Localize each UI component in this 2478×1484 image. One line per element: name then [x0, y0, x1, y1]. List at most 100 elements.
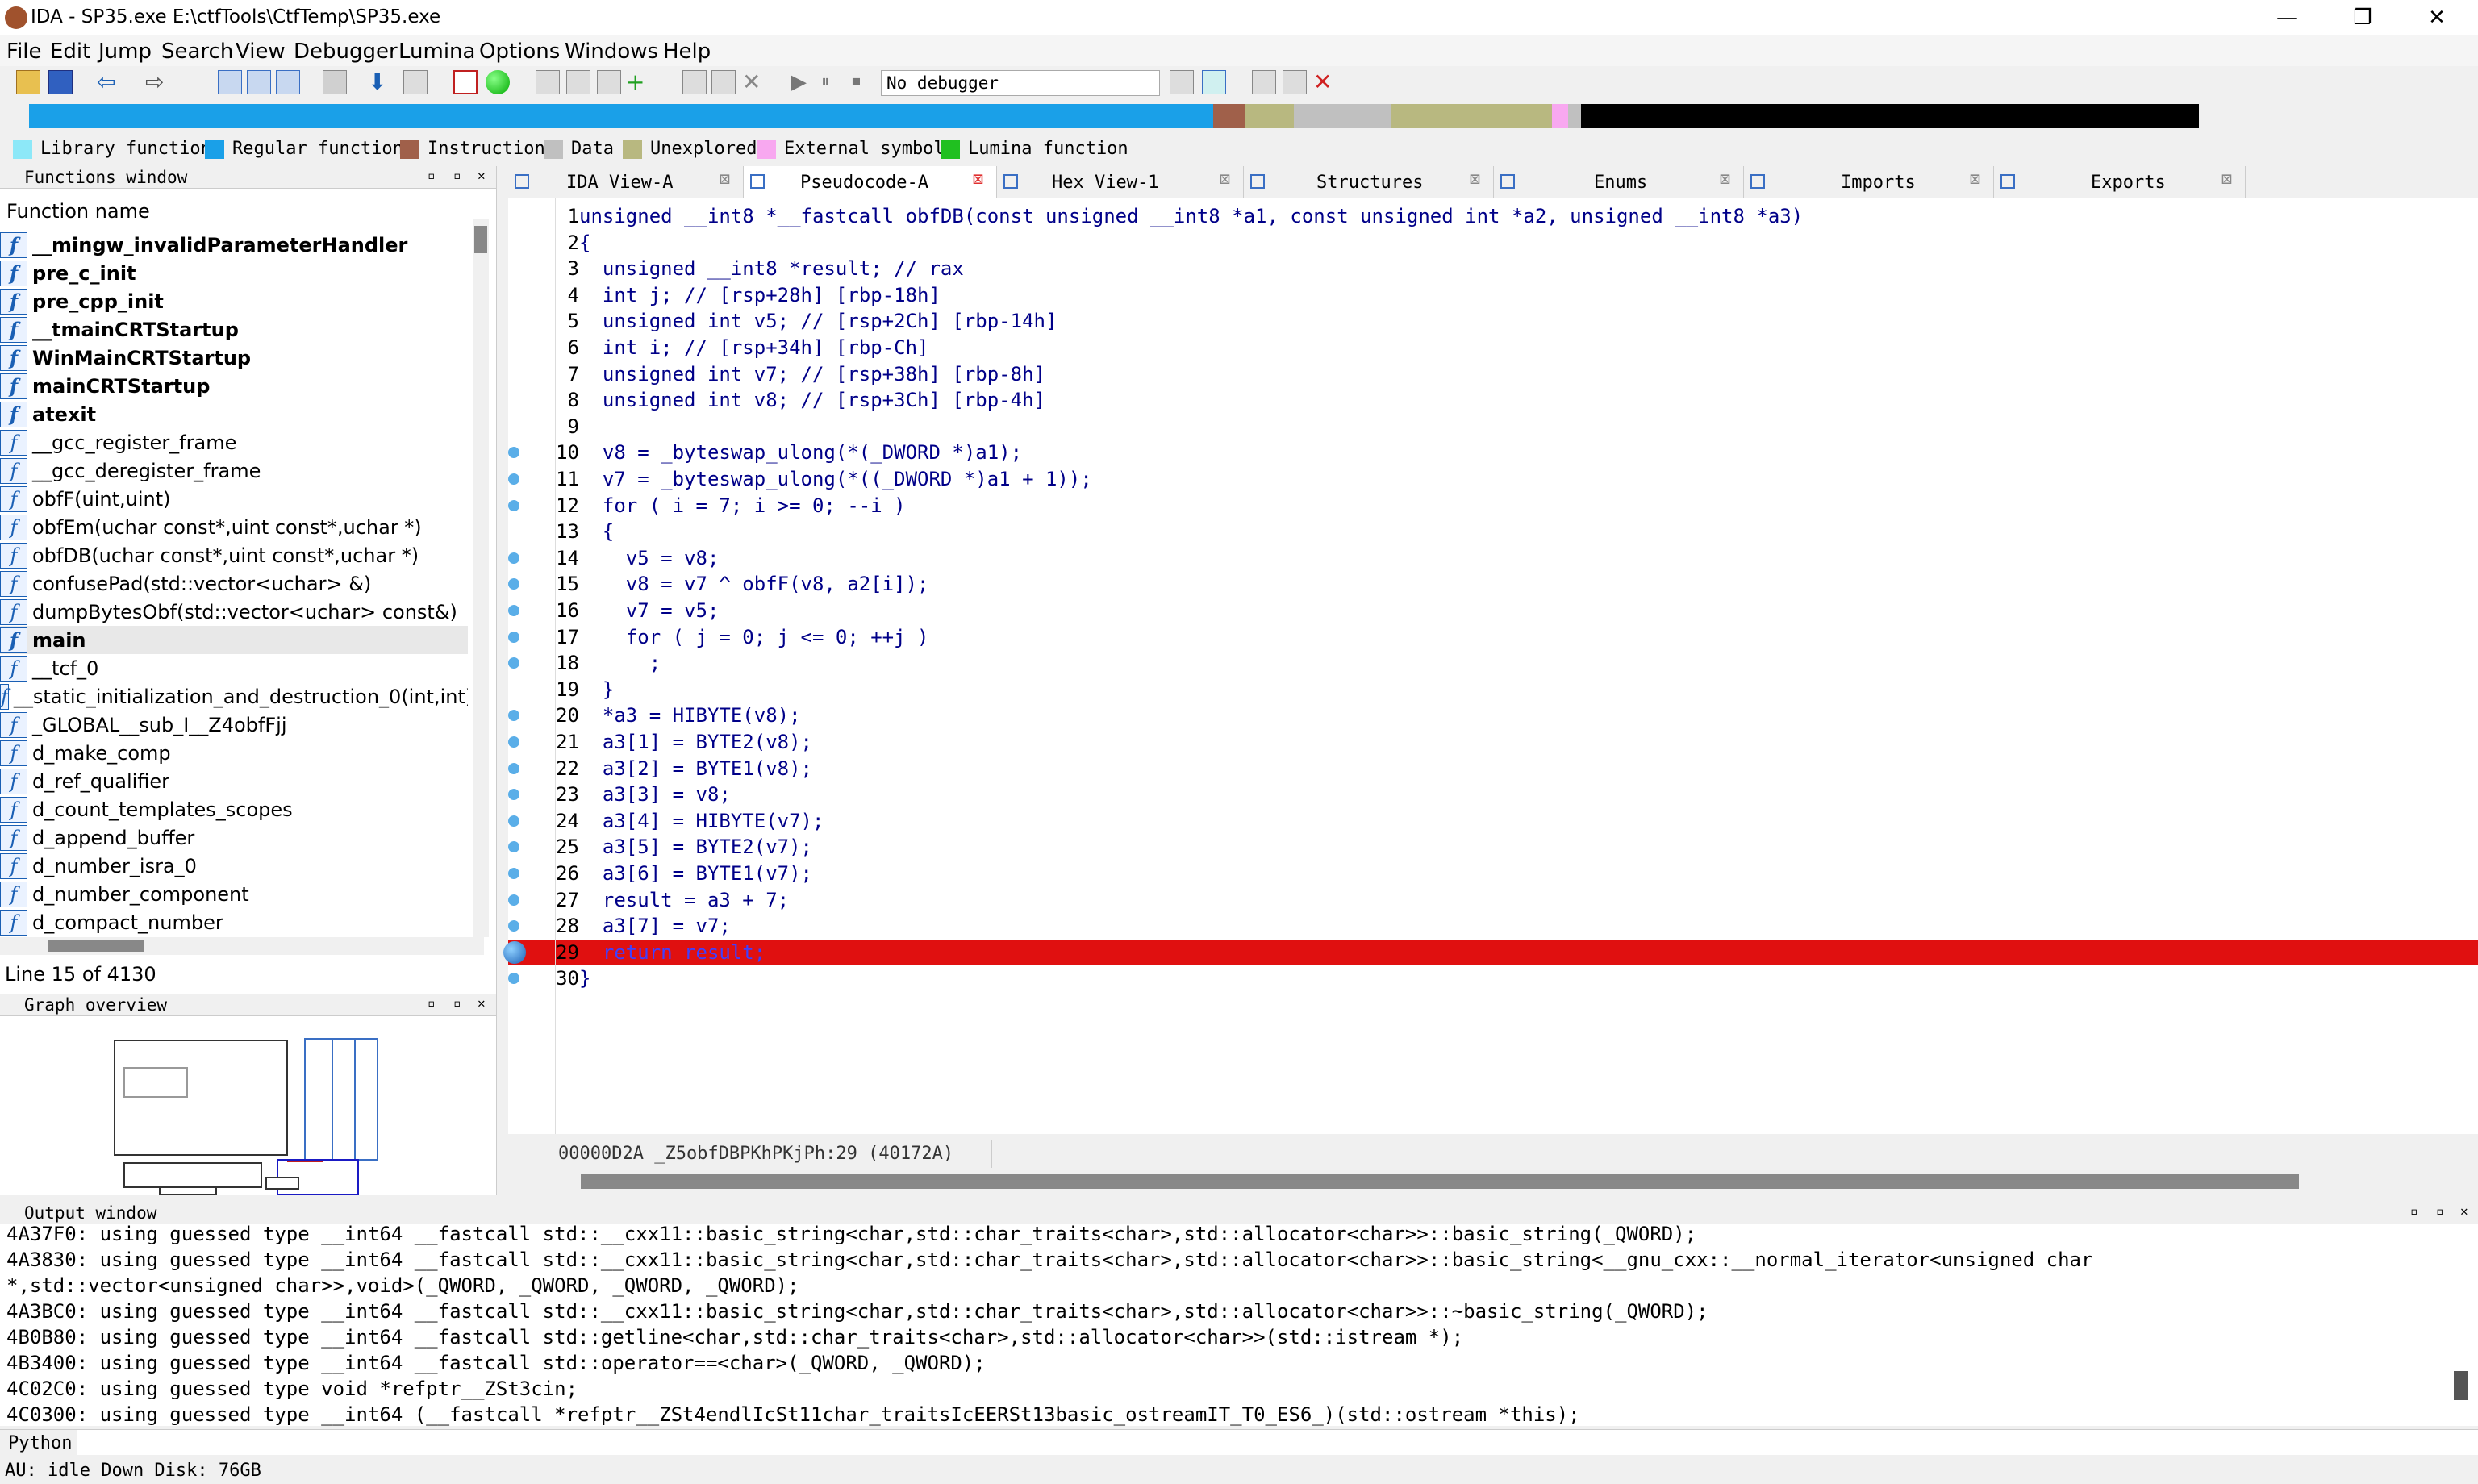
- close-tab-icon[interactable]: ⊠: [1220, 169, 1230, 190]
- code-line[interactable]: 4 int j; // [rsp+28h] [rbp-18h]: [508, 282, 2478, 308]
- delete-icon[interactable]: ✕: [742, 70, 766, 94]
- function-list-item[interactable]: f WinMainCRTStartup: [0, 344, 468, 372]
- function-name-header[interactable]: Function name: [6, 200, 150, 223]
- refresh-icon[interactable]: [1202, 70, 1226, 94]
- output-log[interactable]: 4A37F0: using guessed type __int64 __fas…: [6, 1221, 2443, 1428]
- function-list-scrollbar[interactable]: [473, 219, 489, 937]
- function-list-item[interactable]: f obfEm(uchar const*,uint const*,uchar *): [0, 513, 468, 541]
- code-line[interactable]: 26 a3[6] = BYTE1(v7);: [508, 861, 2478, 886]
- breakpoint-dot-icon[interactable]: [508, 499, 519, 511]
- function-list-item[interactable]: f d_compact_number: [0, 908, 468, 936]
- function-list-item[interactable]: f d_count_templates_scopes: [0, 795, 468, 823]
- breakpoint-dot-icon[interactable]: [508, 815, 519, 827]
- text-view-icon[interactable]: [276, 70, 300, 94]
- code-line[interactable]: 2{: [508, 230, 2478, 256]
- function-list-item[interactable]: f obfDB(uchar const*,uint const*,uchar *): [0, 541, 468, 569]
- function-list-item[interactable]: f d_make_comp: [0, 739, 468, 767]
- close-tab-icon[interactable]: ⊠: [720, 169, 730, 190]
- breakpoint-dot-icon[interactable]: [508, 605, 519, 616]
- back-arrow-icon[interactable]: ⇦: [97, 70, 121, 94]
- function-list-item[interactable]: f __gcc_deregister_frame: [0, 456, 468, 485]
- add-breakpoint-icon[interactable]: [1283, 70, 1307, 94]
- code-line[interactable]: 13 {: [508, 519, 2478, 544]
- code-line[interactable]: 12 for ( i = 7; i >= 0; --i ): [508, 493, 2478, 519]
- code-line[interactable]: 3 unsigned __int8 *result; // rax: [508, 256, 2478, 281]
- graph-overview-canvas[interactable]: [0, 1016, 497, 1195]
- function-list-item[interactable]: f d_number_isra_0: [0, 852, 468, 880]
- pseudocode-hscrollbar[interactable]: [581, 1174, 2299, 1189]
- code-line[interactable]: 14 v5 = v8;: [508, 545, 2478, 571]
- stop-icon[interactable]: ⏹: [852, 70, 876, 94]
- remove-breakpoint-icon[interactable]: ✕: [1313, 70, 1337, 94]
- run-status-icon[interactable]: [486, 70, 510, 94]
- hex-view-icon[interactable]: [247, 70, 271, 94]
- code-line[interactable]: 25 a3[5] = BYTE2(v7);: [508, 834, 2478, 860]
- pause-icon[interactable]: ⏸: [821, 70, 845, 94]
- code-line[interactable]: 1 unsigned __int8 *__fastcall obfDB(const…: [508, 203, 2478, 229]
- tab-enums[interactable]: Enums ⊠: [1494, 166, 1744, 198]
- code-line[interactable]: 19 }: [508, 677, 2478, 702]
- code-line[interactable]: 22 a3[2] = BYTE1(v8);: [508, 756, 2478, 782]
- graph-view-icon[interactable]: [218, 70, 242, 94]
- code-line[interactable]: 15 v8 = v7 ^ obfF(v8, a2[i]);: [508, 571, 2478, 597]
- tab-exports[interactable]: Exports ⊠: [1994, 166, 2246, 198]
- breakpoints-icon[interactable]: [1252, 70, 1276, 94]
- function-list-item[interactable]: f __gcc_register_frame: [0, 428, 468, 456]
- tab-pseudocode-a[interactable]: Pseudocode-A ⊠: [744, 166, 997, 198]
- python-button[interactable]: Python: [0, 1430, 77, 1456]
- breakpoint-dot-icon[interactable]: [508, 552, 519, 564]
- jump-icon[interactable]: [323, 70, 347, 94]
- tab-imports[interactable]: Imports ⊠: [1744, 166, 1994, 198]
- save-icon[interactable]: [48, 70, 73, 94]
- menu-windows[interactable]: Windows: [565, 40, 658, 64]
- breakpoint-dot-icon[interactable]: [508, 789, 519, 801]
- function-list-item[interactable]: f confusePad(std::vector<uchar> &): [0, 569, 468, 598]
- edit-icon[interactable]: [711, 70, 736, 94]
- attach-icon[interactable]: [1170, 70, 1194, 94]
- code-line[interactable]: 5 unsigned int v5; // [rsp+2Ch] [rbp-14h…: [508, 308, 2478, 334]
- function-list-item[interactable]: f __mingw_invalidParameterHandler: [0, 231, 468, 259]
- breakpoint-dot-icon[interactable]: [508, 736, 519, 748]
- function-list-item[interactable]: f mainCRTStartup: [0, 372, 468, 400]
- forward-arrow-icon[interactable]: ⇨: [145, 70, 169, 94]
- data-icon[interactable]: [566, 70, 590, 94]
- python-console[interactable]: Python: [0, 1429, 2478, 1456]
- code-icon[interactable]: [536, 70, 560, 94]
- code-line[interactable]: 18 ;: [508, 650, 2478, 676]
- open-folder-icon[interactable]: [16, 70, 40, 94]
- menu-edit[interactable]: Edit: [50, 40, 90, 64]
- current-instruction-icon[interactable]: [503, 940, 526, 964]
- menu-debugger[interactable]: Debugger: [294, 40, 398, 64]
- code-line[interactable]: 9: [508, 414, 2478, 440]
- function-list-item[interactable]: f obfF(uint,uint): [0, 485, 468, 513]
- function-list-item[interactable]: f d_ref_qualifier: [0, 767, 468, 795]
- function-list-item[interactable]: f main: [0, 626, 468, 654]
- warning-icon[interactable]: [453, 70, 478, 94]
- code-line[interactable]: 16 v7 = v5;: [508, 598, 2478, 623]
- function-list-item[interactable]: f __tcf_0: [0, 654, 468, 682]
- down-arrow-icon[interactable]: ⬇: [368, 70, 392, 94]
- tab-hex-view-1[interactable]: Hex View-1 ⊠: [997, 166, 1244, 198]
- add-icon[interactable]: +: [626, 70, 650, 94]
- menu-view[interactable]: View: [236, 40, 286, 64]
- code-line[interactable]: 6 int i; // [rsp+34h] [rbp-Ch]: [508, 335, 2478, 361]
- code-line[interactable]: 27 result = a3 + 7;: [508, 887, 2478, 913]
- close-tab-icon[interactable]: ⊠: [973, 169, 983, 190]
- menu-file[interactable]: File: [6, 40, 42, 64]
- tab-ida-view-a[interactable]: IDA View-A ⊠: [508, 166, 744, 198]
- debugger-select[interactable]: No debugger: [881, 70, 1160, 96]
- close-tab-icon[interactable]: ⊠: [1970, 169, 1980, 190]
- start-debug-icon[interactable]: ▶: [791, 70, 815, 94]
- string-icon[interactable]: [597, 70, 621, 94]
- struct-icon[interactable]: [682, 70, 707, 94]
- pseudocode-view[interactable]: 1 unsigned __int8 *__fastcall obfDB(const…: [503, 198, 2478, 1134]
- breakpoint-dot-icon[interactable]: [508, 841, 519, 853]
- close-tab-icon[interactable]: ⊠: [1470, 169, 1480, 190]
- minimize-button[interactable]: —: [2251, 2, 2323, 34]
- float-pane-icon[interactable]: ▫: [453, 995, 461, 1011]
- menu-help[interactable]: Help: [663, 40, 711, 64]
- function-list-hscrollbar[interactable]: [0, 937, 484, 955]
- code-line[interactable]: 24 a3[4] = HIBYTE(v7);: [508, 808, 2478, 834]
- breakpoint-dot-icon[interactable]: [508, 762, 519, 774]
- function-list-item[interactable]: f d_append_buffer: [0, 823, 468, 852]
